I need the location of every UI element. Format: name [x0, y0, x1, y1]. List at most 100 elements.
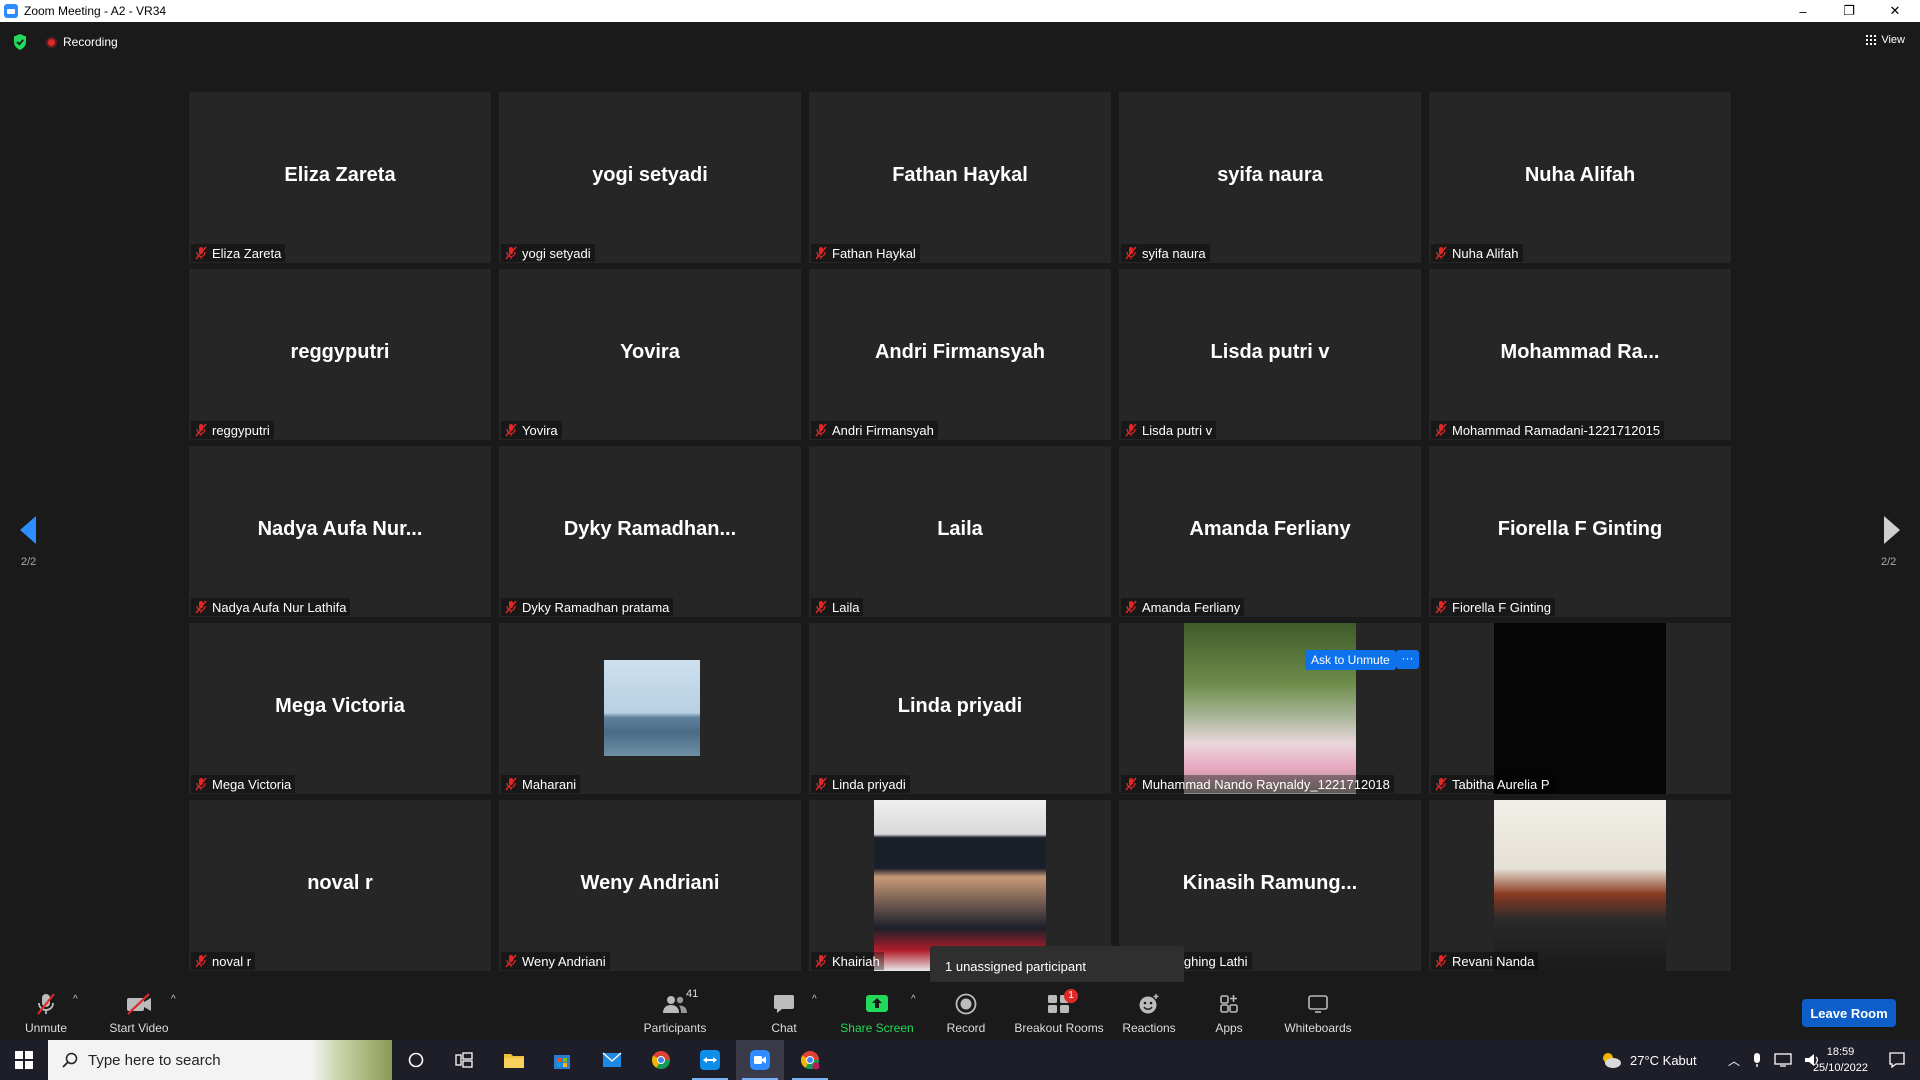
maharani-profile-photo: [604, 660, 700, 756]
participant-tile[interactable]: noval r noval r: [189, 800, 491, 971]
participants-button[interactable]: 41 Participants: [640, 982, 710, 1040]
participant-tile[interactable]: Fiorella F Ginting Fiorella F Ginting: [1429, 446, 1731, 617]
participant-tile[interactable]: syifa naura syifa naura: [1119, 92, 1421, 263]
audio-options-caret-icon[interactable]: ^: [73, 994, 78, 1005]
participant-name: Eliza Zareta: [212, 245, 282, 261]
weather-widget[interactable]: 27°C Kabut: [1600, 1040, 1697, 1080]
participant-tile[interactable]: Mohammad Ra... Mohammad Ramadani-12217120…: [1429, 269, 1731, 440]
view-button[interactable]: View: [1866, 34, 1905, 46]
participant-name: Maharani: [522, 776, 577, 792]
start-video-button[interactable]: Start Video: [104, 982, 174, 1040]
minimize-button[interactable]: –: [1780, 0, 1826, 22]
recording-indicator[interactable]: Recording: [46, 35, 118, 49]
mic-muted-icon: [1435, 777, 1447, 791]
leave-room-button[interactable]: Leave Room: [1802, 999, 1896, 1027]
notifications-icon[interactable]: [1888, 1051, 1906, 1074]
taskbar-search-box[interactable]: Type here to search: [48, 1040, 392, 1080]
participant-tile[interactable]: Maharani: [499, 623, 801, 794]
record-button[interactable]: Record: [945, 982, 987, 1040]
cortana-icon[interactable]: [392, 1040, 440, 1080]
next-page-arrow-icon[interactable]: [1884, 516, 1900, 544]
participant-name-label: Eliza Zareta: [191, 244, 286, 262]
meeting-topbar: Recording View: [0, 22, 1920, 62]
clock-date: 25/10/2022: [1812, 1062, 1868, 1074]
page-indicator-left: 2/2: [21, 556, 37, 568]
task-view-icon[interactable]: [440, 1040, 488, 1080]
chrome-profile-icon[interactable]: [786, 1040, 834, 1080]
participant-name-label: Weny Andriani: [501, 952, 610, 970]
teamviewer-icon[interactable]: [686, 1040, 734, 1080]
participant-name-label: Lisda putri v: [1121, 421, 1217, 439]
whiteboards-button[interactable]: Whiteboards: [1282, 982, 1354, 1040]
participant-tile[interactable]: reggyputri reggyputri: [189, 269, 491, 440]
tray-microphone-icon[interactable]: [1752, 1052, 1762, 1068]
tray-chevron-icon[interactable]: ︿: [1728, 1052, 1740, 1069]
participant-name: Muhammad Nando Raynaldy_1221712018: [1142, 776, 1390, 792]
mail-icon[interactable]: [588, 1040, 636, 1080]
participant-name-label: Mega Victoria: [191, 775, 296, 793]
participant-name-label: Nadya Aufa Nur Lathifa: [191, 598, 351, 616]
participant-tile[interactable]: Mega Victoria Mega Victoria: [189, 623, 491, 794]
microsoft-store-icon[interactable]: [538, 1040, 586, 1080]
participant-name: Laila: [832, 599, 860, 615]
participant-tile[interactable]: Linda priyadi Linda priyadi: [809, 623, 1111, 794]
participant-tile[interactable]: Weny Andriani Weny Andriani: [499, 800, 801, 971]
participant-name: Yovira: [522, 422, 558, 438]
reactions-button[interactable]: Reactions: [1122, 982, 1176, 1040]
file-explorer-icon[interactable]: [490, 1040, 538, 1080]
security-shield-icon[interactable]: [13, 34, 27, 50]
participants-count: 41: [686, 988, 699, 1000]
ask-to-unmute-button[interactable]: Ask to Unmute: [1305, 650, 1396, 670]
participant-tile[interactable]: Muhammad Nando Raynaldy_1221712018: [1119, 623, 1421, 794]
taskbar-clock[interactable]: 18:59 25/10/2022: [1813, 1044, 1868, 1076]
chrome-icon[interactable]: [637, 1040, 685, 1080]
participant-name: Dyky Ramadhan pratama: [522, 599, 670, 615]
record-label: Record: [946, 1021, 986, 1035]
mic-muted-icon: [195, 600, 207, 614]
participant-tile[interactable]: Revani Nanda: [1429, 800, 1731, 971]
participant-tile[interactable]: Tabitha Aurelia P: [1429, 623, 1731, 794]
grid-view-icon: [1866, 35, 1877, 45]
video-options-caret-icon[interactable]: ^: [171, 994, 176, 1005]
start-video-label: Start Video: [109, 1021, 169, 1035]
share-options-caret-icon[interactable]: ^: [911, 994, 916, 1005]
network-icon[interactable]: [1774, 1053, 1792, 1067]
start-button[interactable]: [0, 1040, 48, 1080]
participant-tile[interactable]: Dyky Ramadhan... Dyky Ramadhan pratama: [499, 446, 801, 617]
participant-tile[interactable]: Amanda Ferliany Amanda Ferliany: [1119, 446, 1421, 617]
participant-name-label: Linda priyadi: [811, 775, 910, 793]
participant-name: Linda priyadi: [832, 776, 906, 792]
restore-button[interactable]: ❐: [1826, 0, 1872, 22]
unmute-label: Unmute: [24, 1021, 68, 1035]
chat-button[interactable]: Chat: [768, 982, 800, 1040]
close-button[interactable]: ✕: [1872, 0, 1918, 22]
participant-tile[interactable]: Nadya Aufa Nur... Nadya Aufa Nur Lathifa: [189, 446, 491, 617]
share-screen-button[interactable]: Share Screen: [840, 982, 914, 1040]
participant-tile[interactable]: Yovira Yovira: [499, 269, 801, 440]
mic-muted-icon: [1435, 600, 1447, 614]
participant-display-name: Mohammad Ra...: [1500, 341, 1660, 363]
participant-name-label: Dyky Ramadhan pratama: [501, 598, 674, 616]
participant-name: Nadya Aufa Nur Lathifa: [212, 599, 347, 615]
mic-muted-icon: [505, 777, 517, 791]
chat-options-caret-icon[interactable]: ^: [812, 994, 817, 1005]
participant-tile[interactable]: Andri Firmansyah Andri Firmansyah: [809, 269, 1111, 440]
window-title: Zoom Meeting - A2 - VR34: [24, 4, 167, 18]
recording-dot-icon: [46, 36, 57, 48]
zoom-taskbar-icon[interactable]: [736, 1040, 784, 1080]
participant-tile[interactable]: Eliza Zareta Eliza Zareta: [189, 92, 491, 263]
participant-tile[interactable]: Nuha Alifah Nuha Alifah: [1429, 92, 1731, 263]
participant-tile[interactable]: Fathan Haykal Fathan Haykal: [809, 92, 1111, 263]
participant-tile[interactable]: yogi setyadi yogi setyadi: [499, 92, 801, 263]
participant-tile[interactable]: Laila Laila: [809, 446, 1111, 617]
mic-muted-icon: [1125, 777, 1137, 791]
participant-tile[interactable]: Lisda putri v Lisda putri v: [1119, 269, 1421, 440]
apps-button[interactable]: Apps: [1214, 982, 1244, 1040]
participant-name-label: yogi setyadi: [501, 244, 595, 262]
breakout-rooms-button[interactable]: 1 Breakout Rooms: [1014, 982, 1104, 1040]
mic-muted-icon: [815, 246, 827, 260]
more-options-button[interactable]: ···: [1396, 650, 1419, 669]
zoom-logo-icon: [4, 4, 18, 18]
previous-page-arrow-icon[interactable]: [20, 516, 36, 544]
unmute-button[interactable]: Unmute: [20, 982, 72, 1040]
